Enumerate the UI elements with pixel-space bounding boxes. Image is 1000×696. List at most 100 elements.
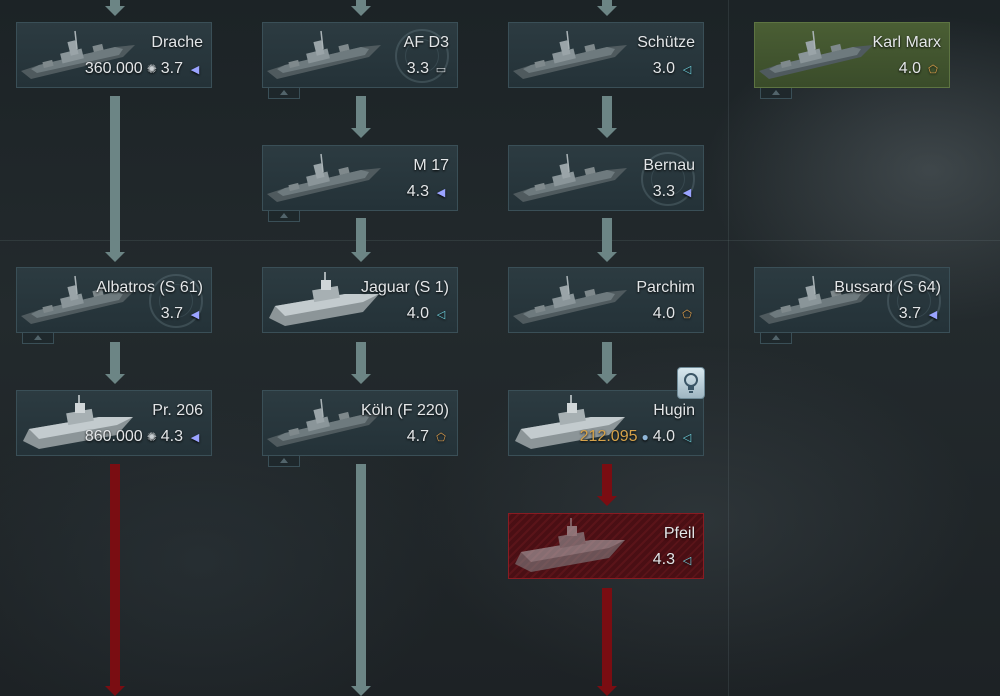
connector-line [356,342,366,374]
ship-image [511,27,629,85]
vehicle-card-drache[interactable]: Drache 360.000 ✺ 3.7 ◀ [16,22,212,88]
triangle-blue-icon: ◀ [190,308,200,321]
vehicle-name: Jaguar (S 1) [360,279,449,296]
vehicle-name: Parchim [636,279,695,296]
vehicle-name: Hugin [653,402,695,419]
connector-arrow-locked [597,496,617,506]
connector-line [356,96,366,128]
triangle-blue-icon: ◀ [682,186,692,199]
connector-arrow [597,128,617,138]
vehicle-card-koln[interactable]: Köln (F 220) 4.7 ⬠ [262,390,458,456]
triangle-cyan-icon: ◁ [682,554,692,567]
battle-rating: 3.3 [652,183,675,200]
triangle-blue-icon: ◀ [928,308,938,321]
battle-rating: 3.7 [898,305,921,322]
triangle-blue-icon: ◀ [190,63,200,76]
connector-arrow [351,6,371,16]
ship-image [511,518,629,576]
triangle-cyan-icon: ◁ [682,63,692,76]
vehicle-name: Pr. 206 [152,402,203,419]
vehicle-card-bernau[interactable]: Bernau 3.3 ◀ [508,145,704,211]
connector-arrow [597,6,617,16]
connector-arrow-locked [597,686,617,696]
connector-line [356,218,366,252]
connector-arrow [351,686,371,696]
vehicle-price-research: 212.095 [579,428,638,445]
vehicle-price: 860.000 [84,428,143,445]
ship-image [265,150,383,208]
connector-line [602,342,612,374]
vehicle-name: Köln (F 220) [360,402,449,419]
connector-arrow-locked [105,686,125,696]
ship-image [757,27,875,85]
group-tab[interactable] [760,333,792,344]
vehicle-card-karl-marx[interactable]: Karl Marx 4.0 ⬠ [754,22,950,88]
connector-line [356,464,366,686]
vehicle-card-parchim[interactable]: Parchim 4.0 ⬠ [508,267,704,333]
background [0,0,1000,696]
battle-rating: 4.0 [406,305,429,322]
connector-arrow [351,128,371,138]
connector-line-locked [110,464,120,686]
connector-arrow [351,374,371,384]
battle-rating: 4.7 [406,428,429,445]
column-divider [728,0,729,696]
connector-arrow [105,374,125,384]
connector-arrow [351,252,371,262]
pentagon-orange-icon: ⬠ [682,308,692,321]
vehicle-name: Albatros (S 61) [96,279,203,296]
research-points-icon: ● [641,430,649,444]
vehicle-name: M 17 [413,157,449,174]
vehicle-card-m17[interactable]: M 17 4.3 ◀ [262,145,458,211]
connector-arrow [105,6,125,16]
triangle-blue-icon: ◀ [190,431,200,444]
vehicle-card-schutze[interactable]: Schütze 3.0 ◁ [508,22,704,88]
connector-arrow [105,252,125,262]
group-tab[interactable] [760,88,792,99]
connector-line [110,342,120,374]
group-tab[interactable] [268,456,300,467]
vehicle-card-jaguar[interactable]: Jaguar (S 1) 4.0 ◁ [262,267,458,333]
vehicle-name: Pfeil [663,525,695,542]
group-tab[interactable] [22,333,54,344]
vehicle-name: Drache [151,34,203,51]
vehicle-card-hugin[interactable]: Hugin 212.095 ● 4.0 ◁ [508,390,704,456]
battle-rating: 4.3 [406,183,429,200]
vehicle-name: Bernau [643,157,695,174]
connector-line [602,96,612,128]
triangle-cyan-icon: ◁ [682,431,692,444]
battle-rating: 4.3 [160,428,183,445]
battle-rating: 4.3 [652,551,675,568]
battle-rating: 3.3 [406,60,429,77]
battle-rating: 4.0 [652,305,675,322]
battle-rating: 4.0 [652,428,675,445]
connector-line-locked [602,464,612,496]
pentagon-orange-icon: ⬠ [436,431,446,444]
vehicle-card-pr206[interactable]: Pr. 206 860.000 ✺ 4.3 ◀ [16,390,212,456]
vehicle-name: Bussard (S 64) [834,279,941,296]
ship-image [511,150,629,208]
connector-line [110,96,120,252]
connector-line-locked [602,588,612,686]
rectangle-white-icon: ▭ [435,63,447,76]
vehicle-name: Karl Marx [872,34,941,51]
vehicle-name: AF D3 [403,34,449,51]
triangle-blue-icon: ◀ [436,186,446,199]
vehicle-card-bussard[interactable]: Bussard (S 64) 3.7 ◀ [754,267,950,333]
battle-rating: 3.7 [160,60,183,77]
vehicle-card-af-d3[interactable]: AF D3 3.3 ▭ [262,22,458,88]
battle-rating: 3.0 [652,60,675,77]
row-divider [0,240,1000,241]
battle-rating: 3.7 [160,305,183,322]
group-tab[interactable] [268,211,300,222]
vehicle-card-pfeil[interactable]: Pfeil 4.3 ◁ [508,513,704,579]
silver-lions-icon: ✺ [146,62,157,76]
vehicle-card-albatros[interactable]: Albatros (S 61) 3.7 ◀ [16,267,212,333]
pentagon-orange-icon: ⬠ [928,63,938,76]
lightbulb-icon[interactable] [677,367,705,399]
group-tab[interactable] [268,88,300,99]
connector-line [602,218,612,252]
ship-image [511,272,629,330]
ship-image [265,27,383,85]
triangle-cyan-icon: ◁ [436,308,446,321]
